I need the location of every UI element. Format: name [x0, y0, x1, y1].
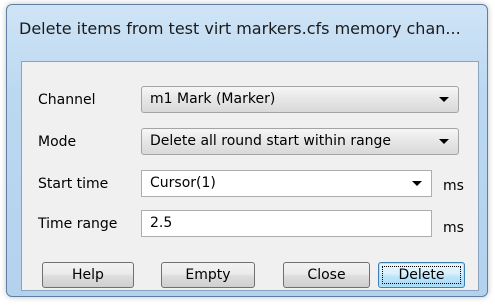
- close-button[interactable]: Close: [283, 262, 370, 288]
- help-button[interactable]: Help: [42, 262, 134, 288]
- time-range-label: Time range: [38, 216, 118, 232]
- chevron-down-icon: [439, 139, 449, 144]
- start-time-combo[interactable]: Cursor(1): [141, 170, 432, 197]
- mode-select[interactable]: Delete all round start within range: [141, 128, 459, 155]
- channel-select-value: m1 Mark (Marker): [150, 91, 276, 107]
- mode-select-value: Delete all round start within range: [150, 133, 392, 149]
- chevron-down-icon[interactable]: [412, 181, 422, 186]
- dialog-window: Delete items from test virt markers.cfs …: [6, 4, 488, 297]
- time-range-unit: ms: [443, 220, 464, 236]
- start-time-label: Start time: [38, 176, 109, 192]
- empty-button[interactable]: Empty: [161, 262, 255, 288]
- window-title[interactable]: Delete items from test virt markers.cfs …: [7, 5, 487, 61]
- dialog-client-area: Channel m1 Mark (Marker) Mode Delete all…: [21, 61, 479, 291]
- start-time-value[interactable]: Cursor(1): [150, 175, 216, 191]
- channel-select[interactable]: m1 Mark (Marker): [141, 86, 459, 113]
- time-range-input[interactable]: 2.5: [141, 210, 432, 237]
- delete-button[interactable]: Delete: [378, 262, 465, 288]
- chevron-down-icon: [439, 97, 449, 102]
- mode-label: Mode: [38, 134, 77, 150]
- start-time-unit: ms: [443, 178, 464, 194]
- focus-rectangle: [382, 266, 461, 284]
- channel-label: Channel: [38, 92, 96, 108]
